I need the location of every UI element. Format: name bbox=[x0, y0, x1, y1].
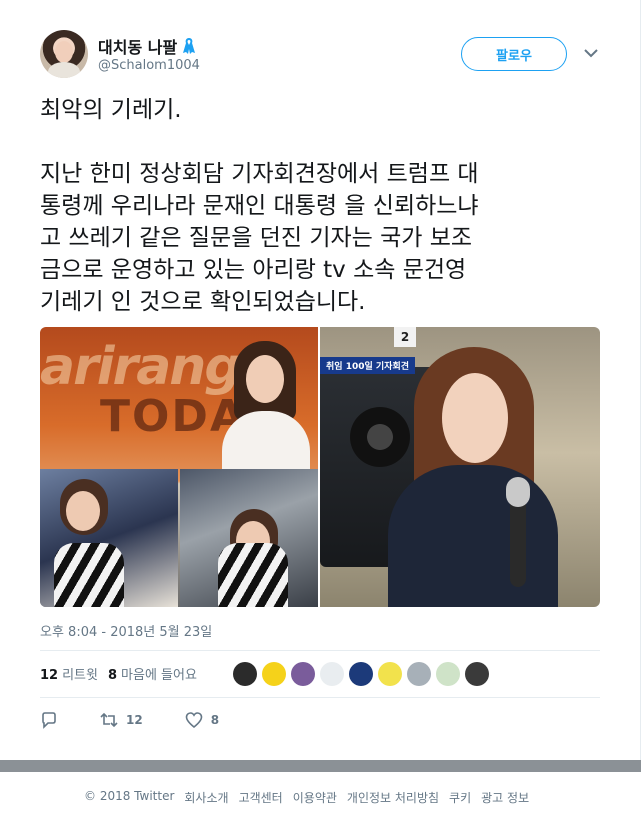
reporter-face bbox=[442, 373, 508, 463]
retweet-count: 12 bbox=[126, 713, 143, 727]
tweet-text-line: 지난 한미 정상회담 기자회견장에서 트럼프 대 bbox=[40, 161, 479, 187]
broadcast-caption: 취임 100일 기자회견 bbox=[320, 357, 416, 374]
tweet-text-line: 최악의 기레기. bbox=[40, 97, 182, 123]
retweet-button[interactable]: 12 bbox=[100, 711, 143, 729]
microphone-icon bbox=[506, 477, 530, 507]
tweet-text-line: 기레기 인 것으로 확인되었습니다. bbox=[40, 289, 366, 315]
camera-lens bbox=[350, 407, 410, 467]
liker-avatar-6[interactable] bbox=[378, 662, 402, 686]
footer: © 2018 Twitter 회사소개 고객센터 이용약관 개인정보 처리방침 … bbox=[84, 789, 529, 806]
media-photo-left[interactable]: arirang TODAY bbox=[40, 327, 318, 607]
media-photo-right[interactable]: 2 취임 100일 기자회견 bbox=[320, 327, 600, 607]
media-subphoto-1 bbox=[40, 469, 178, 607]
reply-icon bbox=[42, 712, 56, 729]
camera-number: 2 bbox=[394, 327, 416, 347]
footer-copyright: © 2018 Twitter bbox=[84, 789, 175, 803]
reply-button[interactable] bbox=[40, 711, 58, 729]
liker-avatars bbox=[233, 662, 489, 686]
liker-avatar-8[interactable] bbox=[436, 662, 460, 686]
divider bbox=[40, 697, 600, 698]
tweet-stats: 12 리트윗 8 마음에 들어요 bbox=[40, 664, 197, 683]
author-name-row: 대치동 나팔 bbox=[98, 34, 197, 58]
tweet-timestamp[interactable]: 오후 8:04 - 2018년 5월 23일 bbox=[40, 621, 212, 640]
page-separator-band bbox=[0, 760, 641, 772]
tweet-media: arirang TODAY 2 취임 100일 기자회견 bbox=[40, 327, 600, 607]
ribbon-icon bbox=[183, 38, 196, 54]
tweet-header: 대치동 나팔 @Schalom1004 팔로우 bbox=[40, 30, 610, 82]
tweet-text-line: 고 쓰레기 같은 질문을 던진 기자는 국가 보조 bbox=[40, 225, 473, 251]
liker-avatar-9[interactable] bbox=[465, 662, 489, 686]
footer-link-terms[interactable]: 이용약관 bbox=[293, 789, 337, 806]
liker-avatar-2[interactable] bbox=[262, 662, 286, 686]
media-subphoto-2 bbox=[180, 469, 318, 607]
striped-top bbox=[54, 543, 124, 607]
likes-count: 8 bbox=[107, 668, 118, 683]
divider bbox=[40, 650, 600, 651]
retweets-stat[interactable]: 12 리트윗 bbox=[40, 664, 98, 683]
reporter-jacket bbox=[388, 465, 558, 607]
tweet-text-line: 금으로 운영하고 있는 아리랑 tv 소속 문건영 bbox=[40, 257, 467, 283]
retweets-count: 12 bbox=[40, 668, 59, 683]
tweet-actions: 12 8 bbox=[40, 711, 261, 729]
footer-link-ads[interactable]: 광고 정보 bbox=[481, 789, 529, 806]
footer-link-cookies[interactable]: 쿠키 bbox=[449, 789, 471, 806]
tweet-card: 대치동 나팔 @Schalom1004 팔로우 최악의 기레기. 지난 한미 정상… bbox=[0, 0, 641, 760]
avatar-body bbox=[48, 62, 80, 78]
chevron-down-icon[interactable] bbox=[584, 48, 598, 58]
heart-icon bbox=[185, 712, 203, 729]
anchor-face bbox=[246, 355, 284, 403]
subject-face bbox=[66, 491, 100, 531]
avatar-face bbox=[55, 41, 73, 63]
retweet-icon bbox=[100, 712, 118, 728]
tweet-text-line bbox=[40, 126, 605, 158]
author-display-name[interactable]: 대치동 나팔 bbox=[98, 34, 177, 58]
liker-avatar-5[interactable] bbox=[349, 662, 373, 686]
follow-button[interactable]: 팔로우 bbox=[461, 37, 567, 71]
anchor-top bbox=[222, 411, 310, 471]
tweet-text: 최악의 기레기. 지난 한미 정상회담 기자회견장에서 트럼프 대통령께 우리나라… bbox=[40, 94, 605, 318]
liker-avatar-7[interactable] bbox=[407, 662, 431, 686]
liker-avatar-3[interactable] bbox=[291, 662, 315, 686]
anchor-figure bbox=[216, 341, 316, 471]
author-avatar[interactable] bbox=[40, 30, 88, 78]
tweet-text-line: 통령께 우리나라 문재인 대통령 을 신뢰하느냐 bbox=[40, 193, 479, 219]
liker-avatar-1[interactable] bbox=[233, 662, 257, 686]
author-handle[interactable]: @Schalom1004 bbox=[98, 58, 200, 73]
footer-link-privacy[interactable]: 개인정보 처리방침 bbox=[347, 789, 439, 806]
likes-label: 마음에 들어요 bbox=[121, 668, 197, 683]
liker-avatar-4[interactable] bbox=[320, 662, 344, 686]
like-button[interactable]: 8 bbox=[185, 711, 219, 729]
likes-stat[interactable]: 8 마음에 들어요 bbox=[108, 664, 197, 683]
footer-link-help[interactable]: 고객센터 bbox=[239, 789, 283, 806]
footer-link-about[interactable]: 회사소개 bbox=[184, 789, 228, 806]
striped-top bbox=[218, 543, 288, 607]
retweets-label: 리트윗 bbox=[62, 668, 98, 683]
like-count: 8 bbox=[210, 713, 220, 727]
